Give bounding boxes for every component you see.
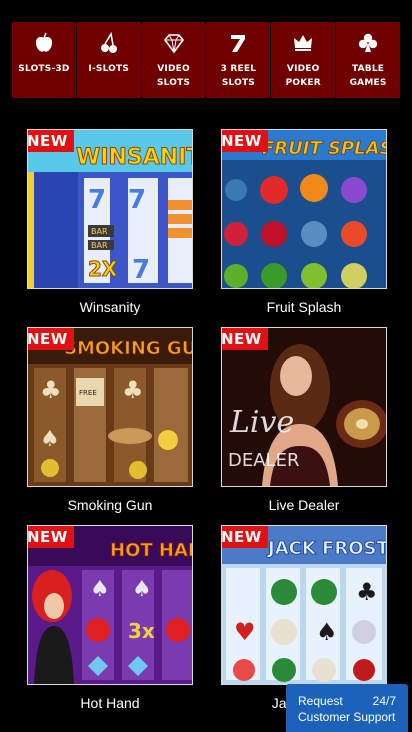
game-card-live-dealer[interactable]: Live DEALER NEW Live Dealer bbox=[221, 327, 387, 513]
crown-icon bbox=[290, 30, 316, 56]
svg-text:SMOKING GUN: SMOKING GUN bbox=[64, 338, 192, 359]
game-thumbnail[interactable]: JACK FROST ♣ ♥ ♠ NEW bbox=[221, 525, 387, 685]
club-icon bbox=[355, 30, 381, 56]
new-badge: NEW bbox=[222, 328, 268, 350]
category-label: VIDEO SLOTS bbox=[156, 64, 191, 88]
game-card-winsanity[interactable]: WINSANIT 7 7 BAR BAR 2X 7 NEW Winsanity bbox=[27, 129, 193, 315]
svg-text:7: 7 bbox=[88, 185, 106, 215]
game-thumbnail[interactable]: Live DEALER NEW bbox=[221, 327, 387, 487]
hot-hand-art: HOT HAND ♠ ♠ 3x bbox=[28, 526, 192, 684]
svg-text:7: 7 bbox=[132, 255, 150, 285]
live-dealer-art: Live DEALER bbox=[222, 328, 386, 486]
svg-text:7: 7 bbox=[128, 185, 146, 215]
category-label: 3 REEL SLOTS bbox=[220, 64, 257, 88]
diamond-icon bbox=[161, 30, 187, 56]
svg-text:DEALER: DEALER bbox=[228, 450, 299, 471]
category-slots-3d[interactable]: SLOTS-3D bbox=[12, 22, 76, 98]
jack-frost-art: JACK FROST ♣ ♥ ♠ bbox=[222, 526, 386, 684]
winsanity-art: WINSANIT 7 7 BAR BAR 2X 7 bbox=[28, 130, 192, 288]
category-label: I-SLOTS bbox=[88, 64, 130, 74]
game-title[interactable]: Live Dealer bbox=[221, 497, 387, 513]
category-3-reel-slots[interactable]: 3 REEL SLOTS bbox=[206, 22, 271, 98]
game-thumbnail[interactable]: FRUIT SPLASH NEW bbox=[221, 129, 387, 289]
game-title[interactable]: Smoking Gun bbox=[27, 497, 193, 513]
svg-text:♠: ♠ bbox=[40, 427, 60, 452]
game-thumbnail[interactable]: SMOKING GUN ♣ ♣ FREE ♠ NEW bbox=[27, 327, 193, 487]
category-video-poker[interactable]: VIDEO POKER bbox=[271, 22, 336, 98]
category-bar: SLOTS-3D I-SLOTS VIDEO SLOTS 3 REEL SLOT… bbox=[12, 22, 400, 98]
game-card-smoking-gun[interactable]: SMOKING GUN ♣ ♣ FREE ♠ NEW Smoking Gun bbox=[27, 327, 193, 513]
svg-text:♣: ♣ bbox=[356, 578, 378, 606]
svg-text:Live: Live bbox=[229, 405, 294, 440]
seven-icon bbox=[225, 30, 251, 56]
svg-text:♥: ♥ bbox=[234, 618, 256, 646]
svg-text:BAR: BAR bbox=[91, 227, 108, 236]
new-badge: NEW bbox=[28, 130, 74, 152]
svg-text:♠: ♠ bbox=[316, 618, 338, 646]
game-card-hot-hand[interactable]: HOT HAND ♠ ♠ 3x NEW Hot Hand bbox=[27, 525, 193, 711]
cherry-icon bbox=[96, 30, 122, 56]
customer-support-button[interactable]: Request 24/7 Customer Support bbox=[286, 684, 408, 732]
category-i-slots[interactable]: I-SLOTS bbox=[76, 22, 141, 98]
support-request-label: Request bbox=[298, 694, 343, 708]
svg-text:FRUIT SPLASH: FRUIT SPLASH bbox=[262, 138, 386, 159]
new-badge: NEW bbox=[222, 130, 268, 152]
support-hours-label: 24/7 bbox=[372, 694, 396, 708]
svg-text:FREE: FREE bbox=[79, 389, 97, 397]
svg-text:JACK FROST: JACK FROST bbox=[266, 538, 386, 559]
category-label: SLOTS-3D bbox=[18, 64, 70, 74]
svg-text:3x: 3x bbox=[128, 619, 155, 643]
svg-text:♣: ♣ bbox=[122, 376, 144, 404]
new-badge: NEW bbox=[28, 328, 74, 350]
game-title[interactable]: Winsanity bbox=[27, 299, 193, 315]
category-table-games[interactable]: TABLE GAMES bbox=[336, 22, 400, 98]
svg-text:♠: ♠ bbox=[90, 577, 110, 602]
support-title: Customer Support bbox=[298, 710, 396, 724]
svg-text:WINSANIT: WINSANIT bbox=[76, 145, 192, 170]
game-thumbnail[interactable]: WINSANIT 7 7 BAR BAR 2X 7 NEW bbox=[27, 129, 193, 289]
svg-text:HOT HAND: HOT HAND bbox=[110, 540, 192, 561]
game-title[interactable]: Fruit Splash bbox=[221, 299, 387, 315]
category-video-slots[interactable]: VIDEO SLOTS bbox=[141, 22, 206, 98]
svg-text:2X: 2X bbox=[88, 257, 118, 281]
category-label: VIDEO POKER bbox=[285, 64, 321, 88]
category-label: TABLE GAMES bbox=[349, 64, 387, 88]
smoking-gun-art: SMOKING GUN ♣ ♣ FREE ♠ bbox=[28, 328, 192, 486]
new-badge: NEW bbox=[28, 526, 74, 548]
svg-text:♣: ♣ bbox=[40, 376, 62, 404]
apple-icon bbox=[31, 30, 57, 56]
new-badge: NEW bbox=[222, 526, 268, 548]
game-title[interactable]: Hot Hand bbox=[27, 695, 193, 711]
game-thumbnail[interactable]: HOT HAND ♠ ♠ 3x NEW bbox=[27, 525, 193, 685]
svg-text:BAR: BAR bbox=[91, 241, 108, 250]
game-card-fruit-splash[interactable]: FRUIT SPLASH NEW Fruit Splash bbox=[221, 129, 387, 315]
svg-text:♠: ♠ bbox=[132, 577, 152, 602]
fruit-splash-art: FRUIT SPLASH bbox=[222, 130, 386, 288]
